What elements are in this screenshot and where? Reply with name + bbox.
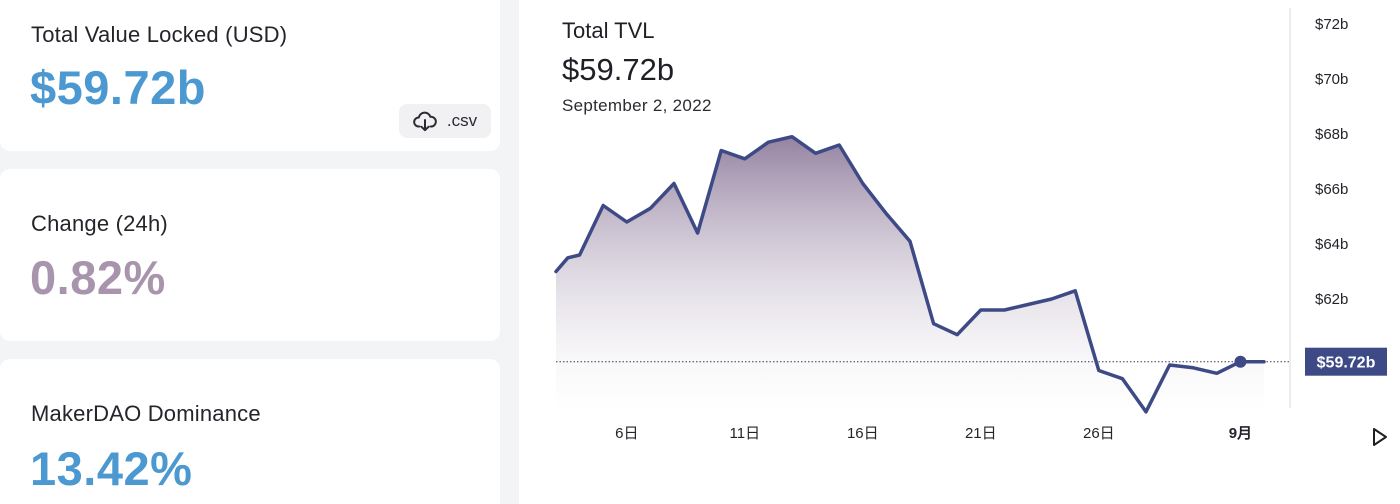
x-tick-label: 21日 [965,425,997,442]
current-value-label: $59.72b [1317,355,1376,372]
page: Total Value Locked (USD) $59.72b .csv Ch… [0,0,1400,504]
dominance-label: MakerDAO Dominance [31,401,261,426]
y-tick-label: $72b [1315,16,1348,33]
y-tick-label: $66b [1315,181,1348,198]
tvl-label: Total Value Locked (USD) [31,22,288,47]
y-tick-label: $68b [1315,126,1348,143]
tvl-value: $59.72b [30,61,206,114]
tvl-area [556,136,1264,412]
change-card: Change (24h) 0.82% [0,169,500,341]
dominance-card: MakerDAO Dominance 13.42% [0,359,500,504]
cloud-download-icon [413,110,437,132]
y-tick-label: $70b [1315,71,1348,88]
change-label: Change (24h) [31,211,168,236]
tvl-card: Total Value Locked (USD) $59.72b .csv [0,0,500,151]
tvl-chart-panel: Total TVL $59.72b September 2, 2022 $62b… [519,0,1400,504]
x-tick-label: 9月 [1229,425,1252,442]
download-csv-button[interactable]: .csv [399,104,491,138]
tvl-area-chart[interactable]: $62b $64b $66b $68b $70b $72b 6日 11日 16日 21日 26日 9月… [519,0,1400,504]
csv-label: .csv [446,111,478,130]
x-tick-label: 6日 [615,425,638,442]
play-icon[interactable] [1371,427,1389,452]
x-tick-label: 11日 [730,425,761,442]
y-tick-label: $64b [1315,236,1348,253]
change-value: 0.82% [30,251,166,304]
y-tick-label: $62b [1315,291,1348,308]
dominance-value: 13.42% [30,442,193,495]
x-tick-label: 16日 [847,425,879,442]
x-tick-label: 26日 [1083,425,1115,442]
current-point [1234,355,1247,368]
